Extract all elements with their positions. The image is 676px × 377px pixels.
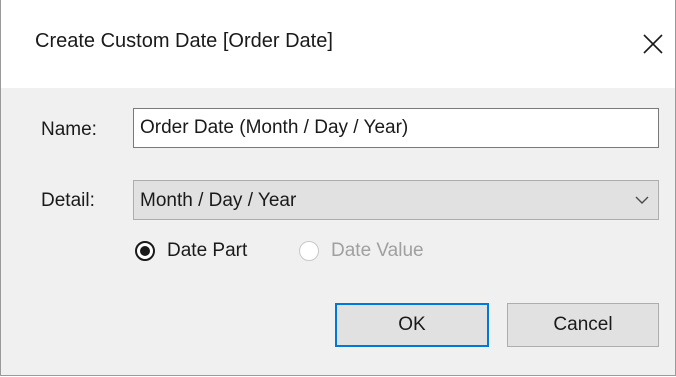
- radio-dot: [140, 246, 150, 256]
- radio-selected-indicator: [135, 241, 155, 261]
- dialog-title: Create Custom Date [Order Date]: [35, 30, 333, 52]
- date-value-radio[interactable]: Date Value: [299, 240, 424, 262]
- dialog-body: Name: Detail: Month / Day / Year Date Pa…: [1, 88, 675, 375]
- detail-select-value: Month / Day / Year: [140, 190, 297, 211]
- detail-select[interactable]: Month / Day / Year: [133, 180, 659, 220]
- ok-button[interactable]: OK: [335, 303, 489, 347]
- title-bar: Create Custom Date [Order Date]: [1, 0, 675, 88]
- chevron-down-icon: [635, 196, 649, 204]
- date-part-label: Date Part: [167, 240, 248, 261]
- name-label: Name:: [41, 119, 97, 140]
- date-value-label: Date Value: [331, 240, 424, 261]
- radio-unselected-indicator: [299, 241, 319, 261]
- name-input[interactable]: [133, 108, 659, 148]
- close-button[interactable]: [633, 24, 673, 64]
- create-custom-date-dialog: Create Custom Date [Order Date] Name: De…: [0, 0, 676, 376]
- date-part-radio[interactable]: Date Part: [135, 240, 247, 262]
- detail-label: Detail:: [41, 190, 95, 211]
- close-icon: [643, 34, 663, 54]
- cancel-button[interactable]: Cancel: [507, 303, 659, 347]
